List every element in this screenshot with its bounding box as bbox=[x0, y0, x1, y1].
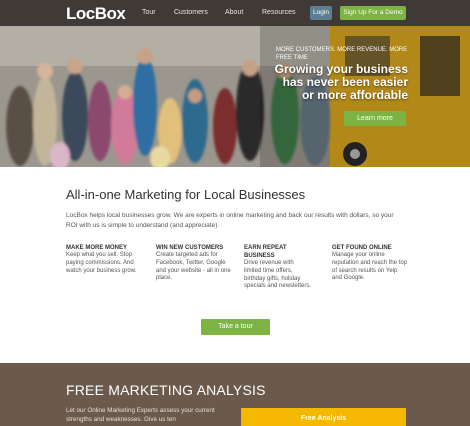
hero-banner: MORE CUSTOMERS. MORE REVENUE. MORE FREE … bbox=[0, 26, 470, 167]
hero-headline: Growing your business has never been eas… bbox=[274, 62, 408, 102]
free-analysis-section: FREE MARKETING ANALYSIS Let our Online M… bbox=[0, 363, 470, 426]
analysis-text: Let our Online Marketing Experts assess … bbox=[66, 407, 215, 423]
top-navigation-bar: LocBox Tour Customers About Resources Lo… bbox=[0, 0, 470, 26]
signup-demo-button[interactable]: Sign Up For a Demo bbox=[340, 6, 406, 20]
feature-text: Drive revenue with limited time offers, … bbox=[244, 260, 312, 290]
intro-paragraph: LocBox helps local businesses grow. We a… bbox=[66, 212, 394, 229]
free-analysis-button[interactable]: Free Analysis bbox=[241, 408, 406, 426]
nav-tour[interactable]: Tour bbox=[142, 9, 156, 16]
feature-win-new-customers: WIN NEW CUSTOMERS Create targeted ads fo… bbox=[156, 244, 236, 283]
feature-text: Manage your online reputation and reach … bbox=[332, 252, 408, 282]
learn-more-button[interactable]: Learn more bbox=[344, 111, 406, 126]
feature-text: Create targeted ads for Facebook, Twitte… bbox=[156, 252, 231, 282]
analysis-title: FREE MARKETING ANALYSIS bbox=[66, 382, 266, 398]
feature-get-found-online: GET FOUND ONLINE Manage your online repu… bbox=[332, 244, 408, 283]
nav-about[interactable]: About bbox=[225, 9, 243, 16]
page-title: All-in-one Marketing for Local Businesse… bbox=[66, 187, 306, 202]
feature-text: Keep what you sell. Stop paying commissi… bbox=[66, 252, 137, 274]
feature-title: MAKE MORE MONEY bbox=[66, 245, 128, 251]
feature-title: WIN NEW CUSTOMERS bbox=[156, 245, 224, 251]
take-a-tour-button[interactable]: Take a tour bbox=[201, 319, 270, 335]
feature-earn-repeat-business: EARN REPEAT BUSINESS Drive revenue with … bbox=[244, 244, 312, 291]
feature-title: EARN REPEAT BUSINESS bbox=[244, 245, 287, 259]
hero-tagline: MORE CUSTOMERS. MORE REVENUE. MORE FREE … bbox=[276, 47, 408, 61]
feature-make-more-money: MAKE MORE MONEY Keep what you sell. Stop… bbox=[66, 244, 146, 275]
nav-resources[interactable]: Resources bbox=[262, 9, 295, 16]
feature-title: GET FOUND ONLINE bbox=[332, 245, 392, 251]
locbox-logo[interactable]: LocBox bbox=[66, 4, 126, 24]
nav-customers[interactable]: Customers bbox=[174, 9, 208, 16]
login-button[interactable]: Login bbox=[310, 6, 332, 20]
